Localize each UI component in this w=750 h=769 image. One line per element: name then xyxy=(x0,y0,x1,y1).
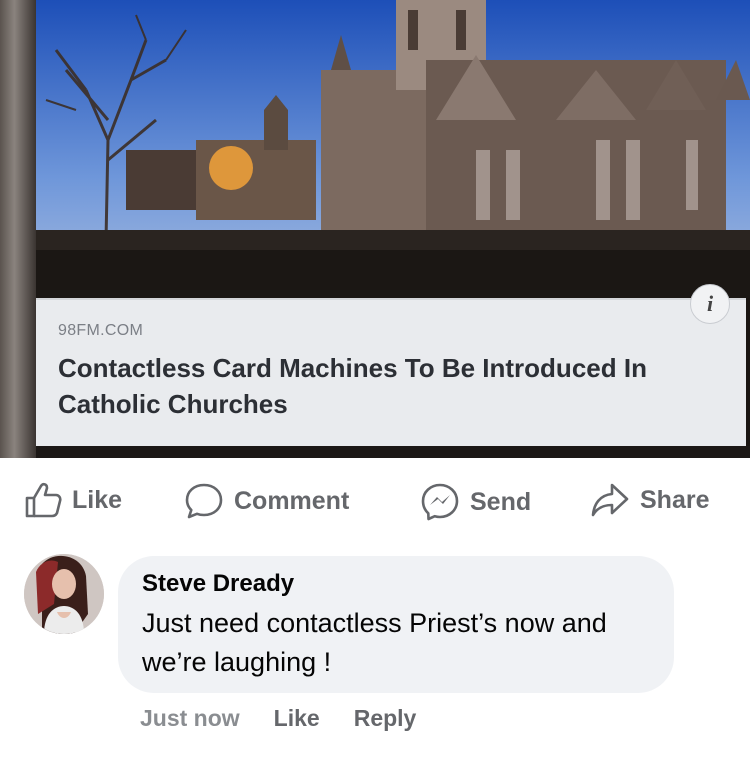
like-button[interactable]: Like xyxy=(24,482,122,518)
comment-timestamp[interactable]: Just now xyxy=(140,705,240,732)
link-title[interactable]: Contactless Card Machines To Be Introduc… xyxy=(58,350,718,422)
speech-bubble-icon xyxy=(185,483,223,519)
share-button[interactable]: Share xyxy=(590,482,709,518)
comment-button[interactable]: Comment xyxy=(184,482,349,520)
comment-reply-button[interactable]: Reply xyxy=(354,705,417,732)
info-icon[interactable]: i xyxy=(690,284,730,324)
send-button[interactable]: Send xyxy=(420,482,531,522)
photo-bottom-edge xyxy=(36,446,750,458)
comment-label: Comment xyxy=(234,486,350,515)
share-arrow-icon xyxy=(591,483,629,517)
messenger-icon xyxy=(421,483,459,521)
share-label: Share xyxy=(640,485,710,514)
send-label: Send xyxy=(470,487,532,516)
comment-bubble[interactable]: Steve Dready Just need contactless Pries… xyxy=(118,556,674,693)
avatar[interactable] xyxy=(24,554,104,634)
thumbs-up-icon xyxy=(25,482,62,518)
link-domain: 98FM.COM xyxy=(58,322,144,339)
post-photo[interactable]: i 98FM.COM Contactless Card Machines To … xyxy=(0,0,750,458)
church-illustration xyxy=(36,0,750,298)
post-action-bar: Like Comment Send Share xyxy=(0,470,750,530)
info-icon-glyph: i xyxy=(706,291,714,316)
comment-author[interactable]: Steve Dready xyxy=(142,570,294,598)
photo-frame-edge xyxy=(0,0,36,458)
profile-photo xyxy=(24,554,104,634)
like-label: Like xyxy=(72,485,123,514)
church-image xyxy=(36,0,750,298)
comment-like-button[interactable]: Like xyxy=(274,705,320,732)
comment-text: Just need contactless Priest’s now and w… xyxy=(142,608,607,677)
comment-actions: Just now Like Reply xyxy=(140,705,416,732)
link-preview-card[interactable]: i 98FM.COM Contactless Card Machines To … xyxy=(36,284,746,446)
